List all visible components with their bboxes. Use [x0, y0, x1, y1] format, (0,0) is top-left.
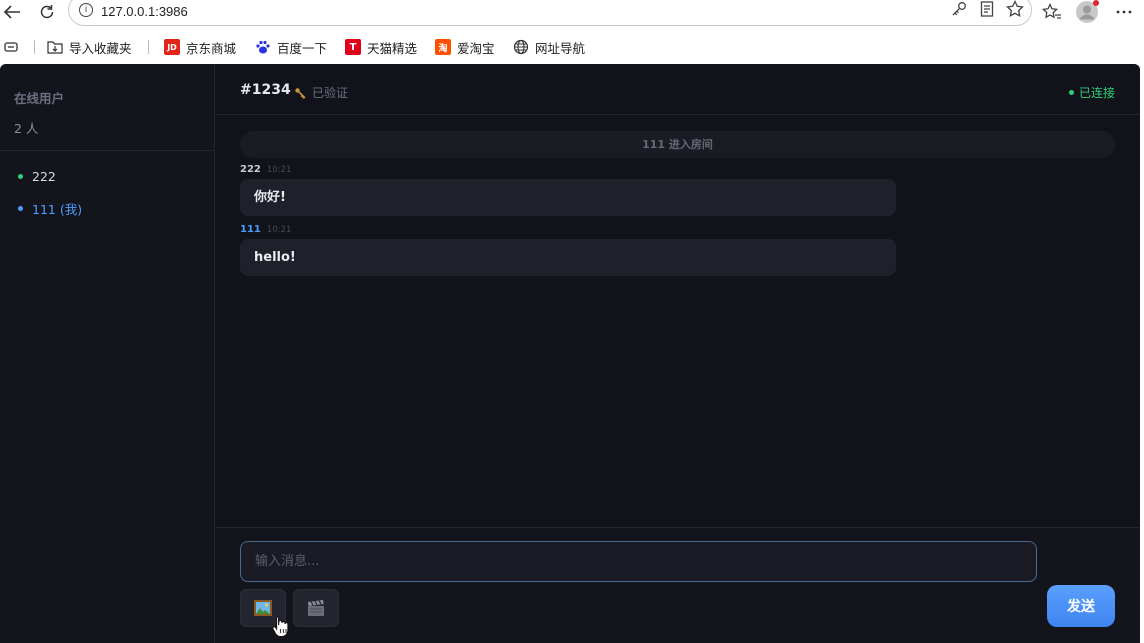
user-name: 111 (我) — [32, 201, 83, 217]
taobao-logo-icon: 淘 — [435, 39, 451, 55]
bookmark-separator — [148, 40, 149, 54]
bookmark-label: 导入收藏夹 — [69, 40, 132, 56]
connection-status-label: 已连接 — [1078, 86, 1115, 100]
online-count: 2 人 — [14, 121, 39, 136]
more-menu-icon[interactable] — [1112, 0, 1136, 24]
verified-label: 已验证 — [312, 86, 349, 100]
key-icon[interactable] — [949, 0, 969, 19]
bookmarks-bar: 导入收藏夹 JD 京东商城 百度一下 T 天猫精选 淘 爱淘宝 网址导航 — [0, 30, 1144, 64]
bookmark-label: 爱淘宝 — [457, 40, 495, 56]
back-arrow-icon[interactable] — [0, 0, 24, 24]
video-upload-button[interactable] — [293, 589, 339, 627]
image-icon — [254, 600, 272, 616]
bookmark-separator — [34, 40, 35, 54]
online-users-sidebar: 在线用户 2 人 222 111 (我) — [0, 64, 215, 643]
message-input[interactable] — [240, 541, 1037, 582]
baidu-paw-icon — [255, 39, 271, 55]
refresh-icon[interactable] — [35, 0, 59, 24]
bookmark-taobao[interactable]: 淘 爱淘宝 — [435, 38, 495, 56]
room-id: #1234 — [240, 82, 291, 98]
favorite-star-icon[interactable] — [1005, 0, 1025, 19]
bookmark-label: 网址导航 — [535, 40, 586, 56]
message-meta: 222 10:21 — [240, 164, 291, 175]
image-upload-button[interactable] — [240, 589, 286, 627]
address-bar[interactable]: i 127.0.0.1:3986 — [68, 0, 1032, 26]
user-name: 222 — [32, 168, 56, 184]
bookmark-label: 天猫精选 — [367, 40, 418, 56]
online-status-dot — [18, 205, 23, 211]
sidebar-title: 在线用户 — [14, 91, 65, 106]
chat-app: 在线用户 2 人 222 111 (我) #1234 已验证 已连接 111 进… — [0, 64, 1140, 643]
profile-avatar-icon[interactable] — [1075, 0, 1099, 24]
user-list-item-self[interactable]: 111 (我) — [18, 199, 82, 217]
bookmark-import-favorites[interactable]: 导入收藏夹 — [47, 38, 132, 56]
connection-dot — [1068, 90, 1074, 95]
message-author: 222 — [240, 164, 261, 175]
composer: 发送 — [216, 527, 1140, 643]
url-text[interactable]: 127.0.0.1:3986 — [101, 4, 188, 19]
bookmark-tmall[interactable]: T 天猫精选 — [345, 38, 417, 56]
bookmark-web-nav[interactable]: 网址导航 — [513, 38, 585, 56]
bookmarks-toggle-icon[interactable] — [4, 38, 18, 56]
bookmark-label: 京东商城 — [186, 40, 237, 56]
message-author: 111 — [240, 224, 261, 235]
favorites-list-icon[interactable] — [1040, 0, 1064, 24]
globe-icon — [513, 39, 529, 55]
folder-import-icon — [47, 39, 63, 55]
online-status-dot — [18, 173, 23, 179]
send-button[interactable]: 发送 — [1047, 585, 1115, 627]
message-time: 10:21 — [266, 225, 292, 235]
room-header: #1234 已验证 已连接 — [216, 64, 1140, 115]
chat-main: #1234 已验证 已连接 111 进入房间 222 10:21 你好! 111… — [216, 64, 1140, 643]
system-notice: 111 进入房间 — [240, 131, 1115, 158]
reader-mode-icon[interactable] — [977, 0, 997, 19]
message-bubble: 你好! — [240, 179, 896, 216]
bookmark-jd[interactable]: JD 京东商城 — [164, 38, 236, 56]
connection-status: 已连接 — [1068, 84, 1115, 101]
bookmark-baidu[interactable]: 百度一下 — [255, 38, 327, 56]
verified-badge: 已验证 — [294, 84, 348, 101]
jd-logo-icon: JD — [164, 39, 180, 55]
message-bubble: hello! — [240, 239, 896, 276]
site-info-icon[interactable]: i — [79, 3, 93, 17]
user-list-item[interactable]: 222 — [18, 167, 56, 185]
sidebar-divider — [0, 150, 215, 151]
message-meta: 111 10:21 — [240, 224, 291, 235]
tmall-logo-icon: T — [345, 39, 361, 55]
clapperboard-icon — [308, 600, 324, 616]
bookmark-label: 百度一下 — [277, 40, 328, 56]
browser-toolbar: i 127.0.0.1:3986 — [0, 0, 1144, 30]
message-time: 10:21 — [266, 165, 292, 175]
key-icon — [294, 87, 306, 99]
